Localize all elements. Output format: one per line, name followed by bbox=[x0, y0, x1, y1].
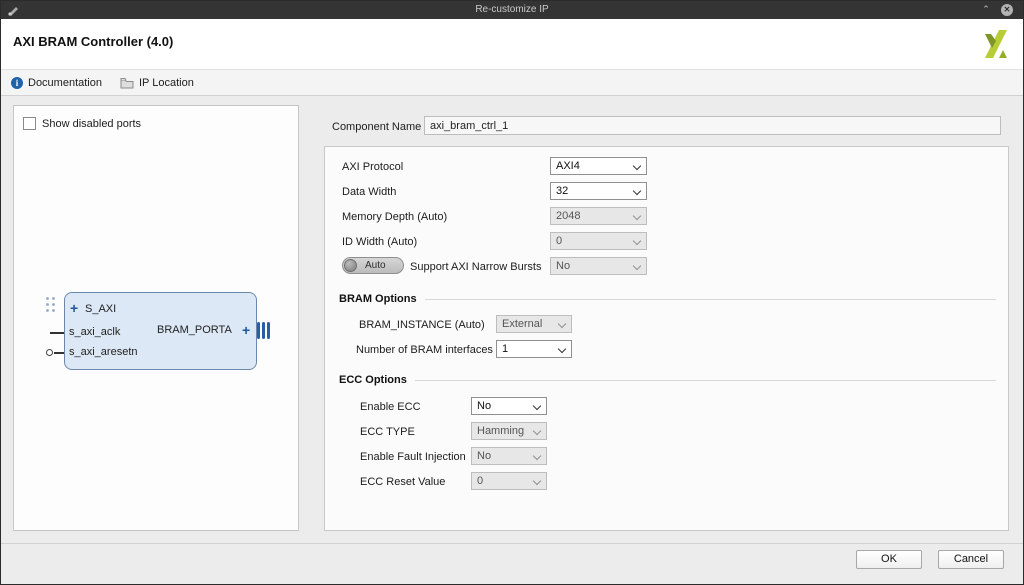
interface-handle-dots bbox=[45, 296, 56, 315]
auto-toggle-label: Auto bbox=[365, 260, 386, 271]
chevron-down-icon bbox=[533, 477, 541, 485]
id-width-value: 0 bbox=[556, 235, 562, 247]
close-icon[interactable]: ✕ bbox=[1001, 4, 1013, 16]
configuration-panel: AXI Protocol AXI4 Data Width 32 Memory D… bbox=[324, 146, 1009, 531]
enable-fault-injection-value: No bbox=[477, 450, 491, 462]
id-width-label: ID Width (Auto) bbox=[342, 235, 417, 250]
memory-depth-label: Memory Depth (Auto) bbox=[342, 210, 447, 225]
chevron-down-icon bbox=[633, 212, 641, 220]
aresetn-active-low-icon bbox=[46, 349, 53, 356]
chevron-down-icon bbox=[558, 320, 566, 328]
ip-location-label: IP Location bbox=[139, 77, 194, 89]
ecc-type-label: ECC TYPE bbox=[360, 425, 415, 440]
ecc-reset-value-label: ECC Reset Value bbox=[360, 475, 445, 490]
id-width-select: 0 bbox=[550, 232, 647, 250]
chevron-down-icon bbox=[533, 427, 541, 435]
toggle-knob-icon bbox=[344, 259, 357, 272]
component-name-input[interactable] bbox=[424, 116, 1001, 135]
show-disabled-ports-checkbox[interactable] bbox=[23, 117, 36, 130]
cancel-button[interactable]: Cancel bbox=[938, 550, 1004, 569]
axi-protocol-label: AXI Protocol bbox=[342, 160, 403, 175]
port-s-axi: S_AXI bbox=[85, 303, 116, 315]
footer-divider bbox=[1, 543, 1023, 544]
port-s-axi-aclk: s_axi_aclk bbox=[69, 326, 120, 338]
narrow-bursts-value: No bbox=[556, 260, 570, 272]
bram-options-section-header: BRAM Options bbox=[339, 293, 996, 305]
section-divider bbox=[415, 380, 996, 381]
bram-interfaces-select[interactable]: 1 bbox=[496, 340, 572, 358]
enable-ecc-label: Enable ECC bbox=[360, 400, 421, 415]
minimize-icon[interactable]: ⌃ bbox=[981, 5, 991, 13]
window-title: Re-customize IP bbox=[1, 4, 1023, 15]
ecc-options-title: ECC Options bbox=[339, 374, 407, 386]
ecc-reset-value-select: 0 bbox=[471, 472, 547, 490]
bram-interfaces-label: Number of BRAM interfaces bbox=[356, 343, 493, 358]
enable-ecc-select[interactable]: No bbox=[471, 397, 547, 415]
chevron-down-icon bbox=[633, 187, 641, 195]
aresetn-pin-stub bbox=[54, 352, 64, 354]
show-disabled-ports-label: Show disabled ports bbox=[42, 118, 141, 130]
chevron-down-icon bbox=[533, 452, 541, 460]
narrow-bursts-label: Support AXI Narrow Bursts bbox=[410, 260, 541, 275]
titlebar: Re-customize IP ⌃ ✕ bbox=[1, 1, 1023, 19]
data-width-select[interactable]: 32 bbox=[550, 182, 647, 200]
ecc-reset-value-value: 0 bbox=[477, 475, 483, 487]
ip-location-button[interactable]: IP Location bbox=[120, 77, 194, 89]
ecc-options-section-header: ECC Options bbox=[339, 374, 996, 386]
ok-button[interactable]: OK bbox=[856, 550, 922, 569]
bram-porta-bus-icon bbox=[267, 322, 270, 339]
bram-porta-expand-plus-icon[interactable]: + bbox=[242, 324, 250, 336]
section-divider bbox=[425, 299, 996, 300]
recustomize-ip-dialog: Re-customize IP ⌃ ✕ AXI BRAM Controller … bbox=[0, 0, 1024, 585]
auto-toggle[interactable]: Auto bbox=[342, 257, 404, 274]
component-name-label: Component Name bbox=[332, 121, 421, 133]
chevron-down-icon bbox=[633, 162, 641, 170]
data-width-label: Data Width bbox=[342, 185, 396, 200]
ecc-type-select: Hamming bbox=[471, 422, 547, 440]
bram-instance-value: External bbox=[502, 318, 542, 330]
chevron-down-icon bbox=[533, 402, 541, 410]
documentation-button[interactable]: i Documentation bbox=[11, 77, 102, 89]
bram-instance-label: BRAM_INSTANCE (Auto) bbox=[359, 318, 485, 333]
memory-depth-select: 2048 bbox=[550, 207, 647, 225]
ip-title: AXI BRAM Controller (4.0) bbox=[13, 34, 173, 49]
toolbar: i Documentation IP Location bbox=[1, 69, 1023, 96]
aclk-pin-stub bbox=[50, 332, 64, 334]
axi-protocol-value: AXI4 bbox=[556, 160, 580, 172]
bram-options-title: BRAM Options bbox=[339, 293, 417, 305]
bram-interfaces-value: 1 bbox=[502, 343, 508, 355]
chevron-down-icon bbox=[633, 237, 641, 245]
block-diagram-panel: Show disabled ports + S_AXI s_axi_aclk s… bbox=[13, 105, 299, 531]
xilinx-logo bbox=[979, 28, 1011, 60]
info-icon: i bbox=[11, 77, 23, 89]
narrow-bursts-select: No bbox=[550, 257, 647, 275]
bram-porta-bus-icon bbox=[257, 322, 260, 339]
documentation-label: Documentation bbox=[28, 77, 102, 89]
data-width-value: 32 bbox=[556, 185, 568, 197]
enable-fault-injection-select: No bbox=[471, 447, 547, 465]
dialog-header: AXI BRAM Controller (4.0) bbox=[1, 19, 1023, 69]
enable-fault-injection-label: Enable Fault Injection bbox=[360, 450, 466, 465]
bram-instance-select: External bbox=[496, 315, 572, 333]
chevron-down-icon bbox=[558, 345, 566, 353]
port-s-axi-aresetn: s_axi_aresetn bbox=[69, 346, 138, 358]
s-axi-expand-plus-icon[interactable]: + bbox=[70, 302, 78, 314]
memory-depth-value: 2048 bbox=[556, 210, 580, 222]
axi-protocol-select[interactable]: AXI4 bbox=[550, 157, 647, 175]
chevron-down-icon bbox=[633, 262, 641, 270]
ecc-type-value: Hamming bbox=[477, 425, 524, 437]
enable-ecc-value: No bbox=[477, 400, 491, 412]
port-bram-porta: BRAM_PORTA bbox=[157, 324, 232, 336]
folder-icon bbox=[120, 77, 134, 89]
bram-porta-bus-icon bbox=[262, 322, 265, 339]
